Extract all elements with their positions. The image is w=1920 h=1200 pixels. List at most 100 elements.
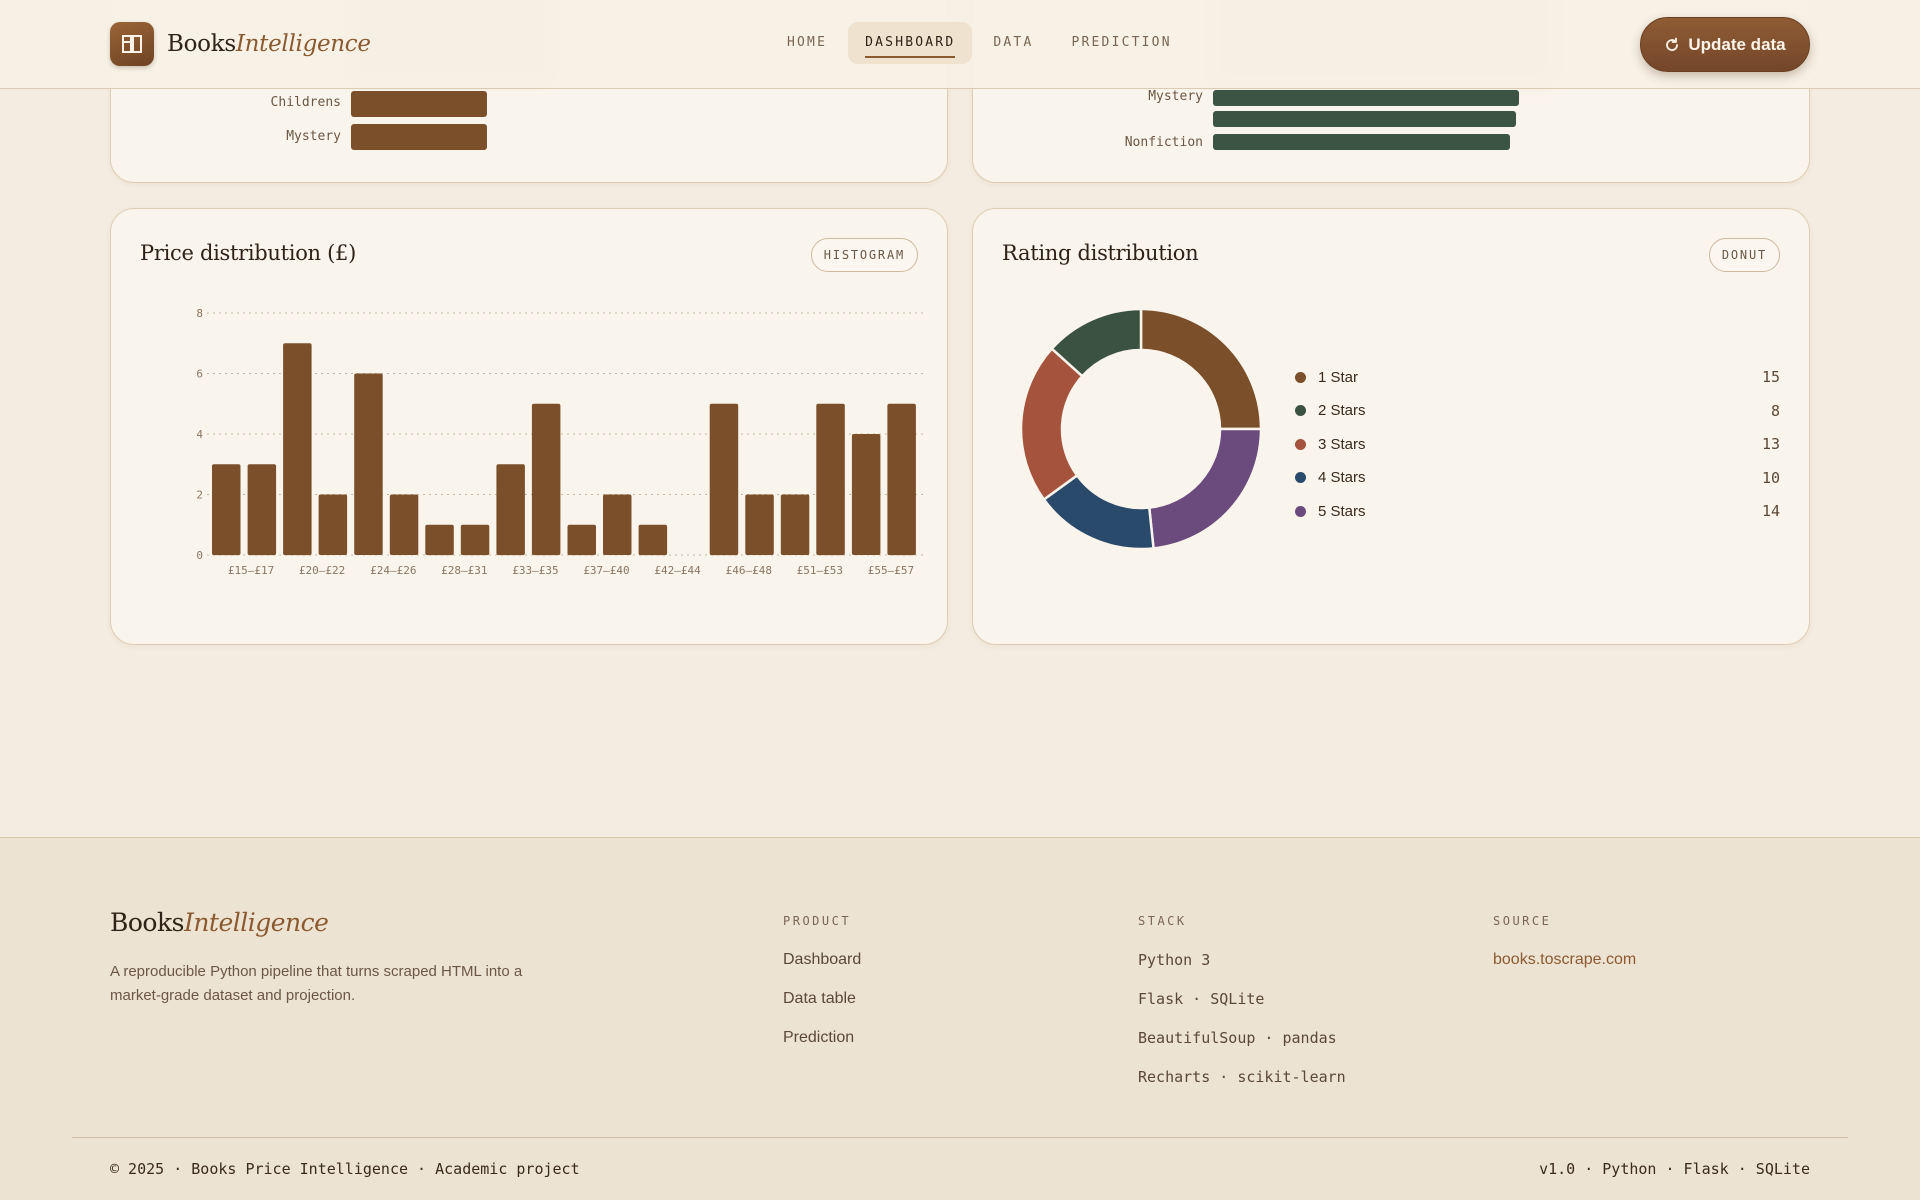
footer-version: v1.0 · Python · Flask · SQLite <box>1539 1160 1810 1178</box>
footer-description: A reproducible Python pipeline that turn… <box>110 963 523 1004</box>
x-tick-label: £28–£31 <box>441 564 487 577</box>
x-tick-label: £24–£26 <box>370 564 416 577</box>
book-icon <box>110 22 154 66</box>
update-data-label: Update data <box>1688 34 1786 54</box>
y-tick-label: 2 <box>196 489 203 502</box>
bar-label-mystery: Mystery <box>1148 89 1203 104</box>
legend-label: 5 Stars <box>1318 502 1366 520</box>
bar-label-childrens: Childrens <box>270 95 341 110</box>
footer-copyright: © 2025 · Books Price Intelligence · Acad… <box>110 1160 580 1178</box>
x-tick-label: £33–£35 <box>512 564 558 577</box>
histogram-bar <box>425 524 454 556</box>
y-tick-label: 8 <box>196 307 203 320</box>
histogram-bar <box>354 373 383 555</box>
footer-stack-item: BeautifulSoup · pandas <box>1138 1029 1337 1047</box>
legend-dot <box>1295 405 1306 416</box>
legend-label: 2 Stars <box>1318 402 1366 419</box>
legend-row: 5 Stars 14 <box>1295 501 1780 521</box>
histogram-bar <box>816 403 845 556</box>
histogram-bar <box>709 403 739 556</box>
y-tick-label: 0 <box>196 549 203 562</box>
brand-logo[interactable]: BooksIntelligence <box>110 22 371 66</box>
top-navbar: BooksIntelligence HOME DASHBOARD DATA PR… <box>0 0 1920 89</box>
footer-link-dashboard[interactable]: Dashboard <box>783 950 861 989</box>
legend-label: 4 Stars <box>1318 469 1366 486</box>
legend-dot <box>1295 371 1306 383</box>
price-histogram: 0 2 4 6 8 £15–£17 £20–£22 £24–£26 £28–£31 £33–£35… <box>196 307 925 577</box>
footer-stack-item: Recharts · scikit-learn <box>1138 1068 1346 1086</box>
x-tick-label: £42–£44 <box>654 564 701 577</box>
rating-distribution-card: Rating distribution DONUT 1 Star 15 2 Star… <box>972 208 1810 645</box>
footer-col-stack: STACK Python 3 Flask · SQLite BeautifulS… <box>1138 914 1346 1106</box>
donut-slice-3-stars <box>1019 346 1085 502</box>
histogram-bar <box>638 524 668 556</box>
legend-value: 14 <box>1761 502 1780 520</box>
histogram-bar <box>389 494 419 555</box>
bar-childrens <box>351 91 487 117</box>
footer-stack-item: Python 3 <box>1138 951 1211 969</box>
footer-heading-product: PRODUCT <box>783 914 852 928</box>
histogram-bar <box>887 403 916 556</box>
bar-unlabeled-green <box>1213 111 1516 127</box>
legend-dot <box>1295 505 1306 517</box>
bar-mystery-green <box>1213 90 1519 106</box>
histogram-bar <box>212 464 241 556</box>
histogram-bar <box>745 494 774 555</box>
bar-nonfiction-green <box>1213 134 1510 150</box>
histogram-bar <box>780 494 810 555</box>
footer-brand[interactable]: BooksIntelligence <box>110 908 329 937</box>
footer-source-link[interactable]: books.toscrape.com <box>1493 950 1636 989</box>
footer-col-product: PRODUCT Dashboard Data table Prediction <box>783 914 861 1067</box>
update-data-button[interactable]: Update data <box>1640 17 1810 72</box>
x-tick-label: £37–£40 <box>583 564 629 577</box>
bar-mystery <box>351 124 487 150</box>
legend-value: 10 <box>1761 468 1780 487</box>
legend-value: 15 <box>1761 368 1780 386</box>
footer-link-prediction[interactable]: Prediction <box>783 1028 861 1067</box>
nav-prediction[interactable]: PREDICTION <box>1054 22 1188 64</box>
main-nav: HOME DASHBOARD DATA PREDICTION <box>770 22 1193 64</box>
legend-label: 3 Stars <box>1318 435 1366 453</box>
footer-stack-item: Flask · SQLite <box>1138 990 1265 1008</box>
price-distribution-card: Price distribution (£) HISTOGRAM 0 2 4 6 8 £1… <box>110 208 948 645</box>
donut-slice-1-star <box>1139 307 1263 431</box>
legend-value: 8 <box>1770 401 1780 420</box>
legend-row: 4 Stars 10 <box>1295 468 1780 488</box>
y-tick-label: 6 <box>196 368 203 381</box>
histogram-bar <box>531 403 561 556</box>
rating-donut <box>1019 307 1263 551</box>
histogram-bar <box>567 524 596 556</box>
donut-slice-5-stars <box>1147 427 1263 550</box>
refresh-icon <box>1666 37 1679 51</box>
x-tick-label: £51–£53 <box>797 564 843 577</box>
legend-value: 13 <box>1761 435 1780 453</box>
legend-dot <box>1295 438 1306 450</box>
histogram-bar <box>851 434 881 555</box>
footer-col-source: SOURCE books.toscrape.com <box>1493 914 1636 989</box>
legend-row: 2 Stars 8 <box>1295 401 1780 421</box>
legend-dot <box>1295 472 1306 483</box>
footer-heading-stack: STACK <box>1138 914 1187 928</box>
footer-divider <box>72 1137 1848 1138</box>
x-tick-label: £15–£17 <box>228 564 274 577</box>
x-tick-label: £46–£48 <box>726 564 772 577</box>
histogram-bar <box>460 524 490 556</box>
bar-label-mystery: Mystery <box>286 129 341 144</box>
footer: BooksIntelligence A reproducible Python … <box>0 837 1920 1200</box>
nav-dashboard[interactable]: DASHBOARD <box>848 22 973 64</box>
x-tick-label: £55–£57 <box>868 564 914 577</box>
rating-card-title: Rating distribution <box>1002 241 1199 265</box>
y-tick-label: 4 <box>196 428 203 441</box>
nav-home[interactable]: HOME <box>770 22 844 64</box>
brand-name: BooksIntelligence <box>167 31 371 57</box>
x-tick-label: £20–£22 <box>299 564 345 577</box>
histogram-bar <box>496 464 525 556</box>
histogram-bar <box>318 494 348 555</box>
legend-label: 1 Star <box>1318 368 1359 386</box>
nav-data[interactable]: DATA <box>976 22 1050 64</box>
histogram-bar <box>603 494 632 555</box>
histogram-bar <box>283 343 312 556</box>
bar-label-nonfiction: Nonfiction <box>1124 135 1203 150</box>
footer-heading-source: SOURCE <box>1493 914 1552 928</box>
footer-link-data-table[interactable]: Data table <box>783 989 861 1028</box>
